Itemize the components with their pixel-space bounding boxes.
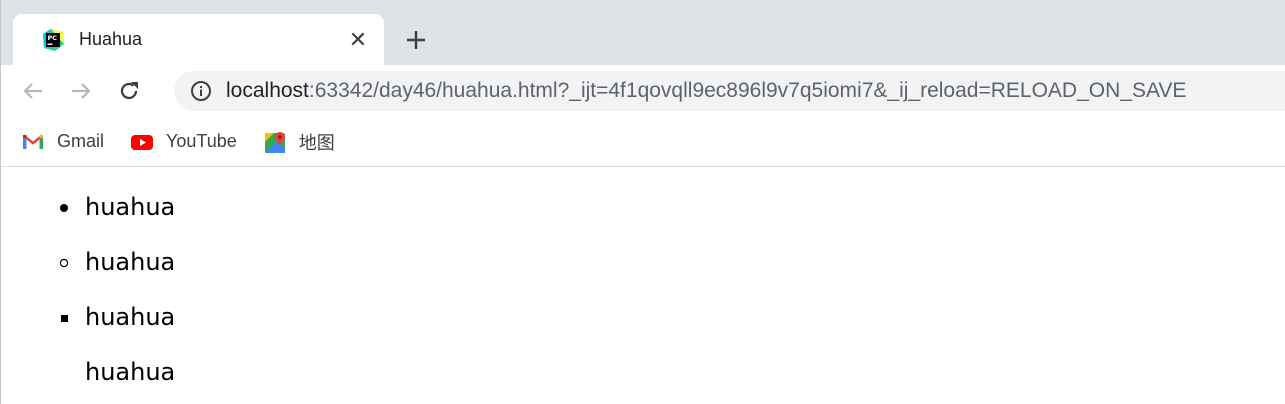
square-bullet — [61, 315, 68, 322]
maps-icon — [264, 131, 285, 153]
gmail-icon — [22, 134, 44, 149]
disc-bullet — [60, 204, 68, 212]
tab-active[interactable]: PC Huahua ✕ — [13, 14, 384, 65]
bookmark-label: 地图 — [298, 132, 335, 153]
back-button[interactable] — [19, 77, 47, 105]
toolbar: localhost:63342/day46/huahua.html?_ijt=4… — [1, 65, 1285, 117]
arrow-right-icon — [72, 83, 91, 99]
circle-bullet — [59, 258, 69, 268]
bookmark-gmail[interactable]: Gmail — [21, 130, 104, 154]
bookmark-maps[interactable]: 地图 — [263, 129, 335, 155]
bookmarks-bar: Gmail YouTube 地图 — [1, 117, 1285, 167]
list-item-text: huahua — [85, 248, 176, 276]
list-item-text: huahua — [85, 358, 176, 386]
bookmark-label: YouTube — [166, 131, 237, 151]
address-bar[interactable]: localhost:63342/day46/huahua.html?_ijt=4… — [174, 71, 1285, 111]
forward-button[interactable] — [67, 77, 95, 105]
pycharm-icon: PC — [41, 28, 65, 52]
tab-title: Huahua — [79, 29, 143, 49]
tab-strip: PC Huahua ✕ — [1, 0, 1285, 65]
list-item-text: huahua — [85, 193, 176, 221]
arrow-left-icon — [23, 83, 42, 99]
youtube-icon — [131, 134, 154, 150]
bookmark-youtube[interactable]: YouTube — [130, 130, 237, 154]
reload-icon — [120, 82, 138, 100]
new-tab-button[interactable] — [403, 27, 429, 53]
url-path: :63342/day46/huahua.html?_ijt=4f1qovqll9… — [308, 79, 1187, 102]
close-tab-icon[interactable]: ✕ — [346, 27, 370, 52]
info-icon[interactable] — [190, 80, 212, 102]
bookmark-label: Gmail — [57, 131, 105, 151]
reload-button[interactable] — [115, 77, 143, 105]
url-text[interactable]: localhost:63342/day46/huahua.html?_ijt=4… — [226, 79, 1186, 103]
plus-icon — [407, 31, 425, 49]
url-host: localhost — [226, 79, 309, 102]
browser-window: PC Huahua ✕ localhost:63342/day46/huahua… — [0, 0, 1285, 404]
list-item-text: huahua — [85, 303, 176, 331]
svg-text:PC: PC — [48, 34, 58, 42]
